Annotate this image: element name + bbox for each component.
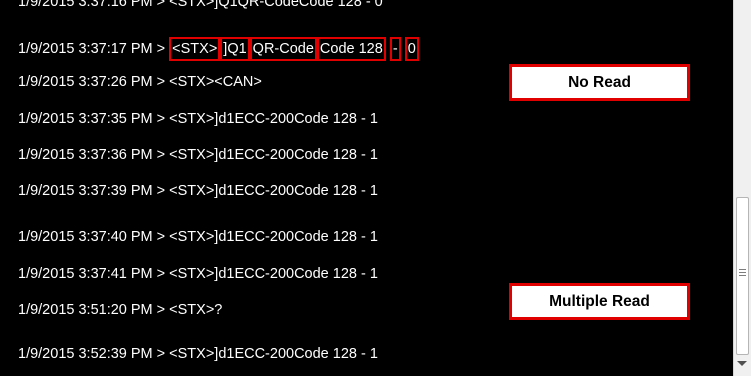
log-line: 1/9/2015 3:52:39 PM > <STX>]d1ECC-200Cod… [18,346,378,362]
log-line-partial: 1/9/2015 3:37:16 PM > <STX>]Q1QR-CodeCod… [18,0,383,10]
log-line: 1/9/2015 3:37:39 PM > <STX>]d1ECC-200Cod… [18,183,378,199]
segment-code-type: QR-Code [249,37,317,61]
log-line: 1/9/2015 3:37:35 PM > <STX>]d1ECC-200Cod… [18,111,378,127]
log-line: 1/9/2015 3:37:40 PM > <STX>]d1ECC-200Cod… [18,229,378,245]
segment-result: 0 [404,37,419,61]
multiple-read-callout: Multiple Read [509,283,690,320]
segment-dash: - [389,37,401,61]
log-line-highlighted: 1/9/2015 3:37:17 PM > <STX>]Q1 QR-Code Cod… [18,36,419,62]
no-read-callout: No Read [509,64,690,101]
log-output-pane: 1/9/2015 3:37:16 PM > <STX>]Q1QR-CodeCod… [0,0,733,376]
vertical-scrollbar[interactable] [733,0,751,376]
log-line: 1/9/2015 3:37:41 PM > <STX>]d1ECC-200Cod… [18,266,378,282]
segment-stx: <STX> [169,37,221,61]
timestamp-prefix: 1/9/2015 3:37:17 PM > [18,41,170,57]
scroll-down-icon[interactable] [737,361,747,366]
segment-symbology-id: ]Q1 [220,37,250,61]
log-line: 1/9/2015 3:37:26 PM > <STX><CAN> [18,74,262,90]
segment-code-128: Code 128 [316,37,386,61]
scroll-thumb[interactable] [736,197,749,355]
grip-icon [739,269,746,276]
log-line: 1/9/2015 3:37:36 PM > <STX>]d1ECC-200Cod… [18,147,378,163]
log-line: 1/9/2015 3:51:20 PM > <STX>? [18,302,223,318]
